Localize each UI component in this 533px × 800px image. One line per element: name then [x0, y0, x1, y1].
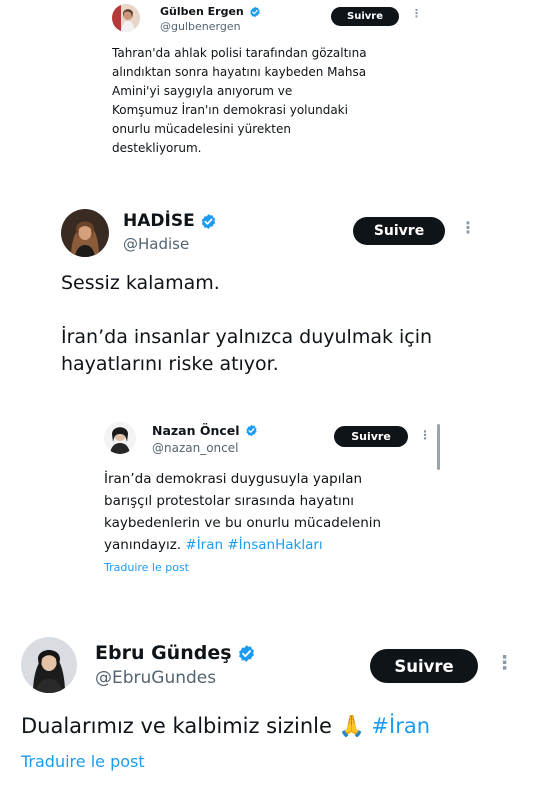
author-name[interactable]: Gülben Ergen — [160, 5, 261, 18]
tweet-line: Sessiz kalamam. — [61, 272, 220, 294]
verified-badge-icon — [237, 644, 256, 663]
tweet-text: Tahran'da ahlak polisi tarafından gözalt… — [112, 44, 367, 158]
tweet-line-text: yanındayız. — [104, 537, 182, 553]
tweet-line: Dualarımız ve kalbimiz sizinle 🙏 #İran — [21, 711, 430, 741]
tweet-line: İran’da insanlar yalnızca duyulmak için — [61, 326, 433, 348]
avatar[interactable] — [61, 209, 109, 257]
hashtag-link[interactable]: #İnsanHakları — [227, 537, 322, 553]
tweet-ebru-gundes: Ebru Gündeş @EbruGundes Suivre ⋮ Duaları… — [0, 625, 533, 800]
tweet-text: Dualarımız ve kalbimiz sizinle 🙏 #İran — [21, 711, 430, 741]
tweet-line: onurlu mücadelesini yürekten — [112, 122, 291, 136]
tweet-line: Tahran'da ahlak polisi tarafından gözalt… — [112, 46, 367, 60]
avatar[interactable] — [104, 422, 136, 454]
author-handle[interactable]: @nazan_oncel — [152, 441, 238, 455]
more-vertical-icon[interactable]: ⋮ — [460, 220, 476, 236]
tweet-line: İran’da demokrasi duygusuyla yapılan — [104, 471, 363, 487]
tweet-nazan-oncel: Nazan Öncel @nazan_oncel Suivre ⋮ İran’d… — [0, 410, 533, 595]
more-vertical-icon[interactable]: ⋮ — [419, 429, 431, 441]
author-name[interactable]: Nazan Öncel — [152, 423, 258, 438]
more-vertical-icon[interactable]: ⋮ — [411, 8, 422, 19]
author-name-text: Ebru Gündeş — [95, 642, 232, 664]
author-handle[interactable]: @gulbenergen — [160, 20, 241, 33]
tweet-line: destekliyorum. — [112, 141, 202, 155]
author-name-text: HADİSE — [123, 211, 195, 231]
author-handle[interactable]: @EbruGundes — [95, 668, 216, 688]
verified-badge-icon — [200, 213, 217, 230]
tweet-line: kaybedenlerin ve bu onurlu mücadelenin — [104, 515, 382, 531]
more-vertical-icon[interactable]: ⋮ — [495, 654, 514, 673]
tweet-line: alındıktan sonra hayatını kaybeden Mahsa — [112, 65, 367, 79]
tweet-text: Sessiz kalamam. İran’da insanlar yalnızc… — [61, 270, 432, 378]
author-name-text: Nazan Öncel — [152, 423, 240, 438]
tweet-hadise: HADİSE @Hadise Suivre ⋮ Sessiz kalamam. … — [0, 195, 533, 395]
avatar[interactable] — [112, 4, 140, 32]
follow-button[interactable]: Suivre — [334, 426, 408, 447]
tweet-line: Komşumuz İran'ın demokrasi yolundaki — [112, 103, 348, 117]
translate-post-link[interactable]: Traduire le post — [104, 561, 189, 574]
tweet-line: Amini'yi saygıyla anıyorum ve — [112, 84, 293, 98]
verified-badge-icon — [249, 6, 261, 18]
translate-post-link[interactable]: Traduire le post — [21, 752, 145, 771]
tweet-gulben-ergen: Gülben Ergen @gulbenergen Suivre ⋮ Tahra… — [0, 0, 533, 185]
author-handle[interactable]: @Hadise — [123, 235, 189, 253]
praying-hands-emoji: 🙏 — [338, 714, 365, 738]
tweet-line-text: Dualarımız ve kalbimiz sizinle — [21, 714, 332, 738]
avatar[interactable] — [21, 637, 77, 693]
tweet-line: yanındayız. #İran #İnsanHakları — [104, 534, 381, 556]
follow-button[interactable]: Suivre — [353, 217, 445, 245]
author-name[interactable]: HADİSE — [123, 211, 217, 231]
follow-button[interactable]: Suivre — [370, 649, 478, 683]
author-name-text: Gülben Ergen — [160, 5, 244, 18]
scrollbar[interactable] — [437, 424, 440, 470]
tweet-line: barışçıl protestolar sırasında hayatını — [104, 493, 355, 509]
author-name[interactable]: Ebru Gündeş — [95, 642, 256, 664]
tweet-line: hayatlarını riske atıyor. — [61, 353, 279, 375]
hashtag-link[interactable]: #İran — [371, 714, 430, 738]
verified-badge-icon — [245, 424, 258, 437]
follow-button[interactable]: Suivre — [331, 7, 399, 26]
hashtag-link[interactable]: #İran — [185, 537, 223, 553]
tweet-text: İran’da demokrasi duygusuyla yapılan bar… — [104, 468, 381, 556]
